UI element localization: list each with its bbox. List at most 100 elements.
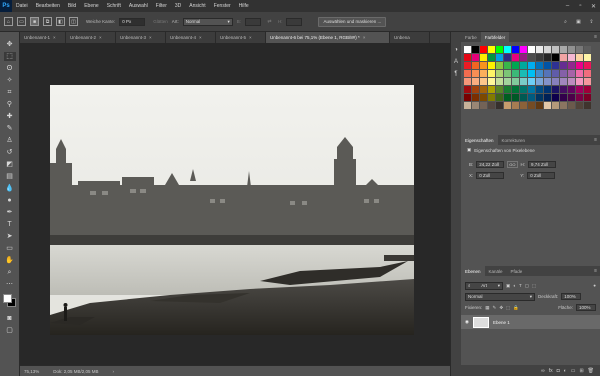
color-swatch[interactable] (464, 46, 471, 53)
color-swatch[interactable] (568, 62, 575, 69)
path-selection-tool-icon[interactable]: ➤ (4, 232, 16, 241)
visibility-eye-icon[interactable]: ◉ (465, 319, 469, 325)
tab-unbenannt-1[interactable]: Unbenannt-1 × (20, 32, 66, 43)
color-swatch[interactable] (496, 46, 503, 53)
color-swatch[interactable] (504, 70, 511, 77)
color-swatch[interactable] (520, 102, 527, 109)
link-layers-icon[interactable]: ∞ (541, 368, 545, 374)
clone-stamp-tool-icon[interactable]: ♙ (4, 136, 16, 145)
menu-schrift[interactable]: Schrift (103, 3, 125, 9)
color-swatch[interactable] (552, 62, 559, 69)
smooth-checkbox-label[interactable]: Glätten (153, 19, 168, 24)
marquee-tool-icon[interactable]: ⬚ (3, 52, 16, 61)
lock-artboard-icon[interactable]: ⬚ (506, 305, 510, 311)
color-swatch[interactable] (544, 70, 551, 77)
lock-all-icon[interactable]: 🔒 (513, 305, 519, 311)
color-swatch[interactable] (584, 78, 591, 85)
minimize-icon[interactable]: – (561, 0, 574, 12)
color-swatch[interactable] (488, 62, 495, 69)
layer-row-ebene-1[interactable]: ◉ Ebene 1 (461, 315, 600, 329)
tab-unbenannt-6[interactable]: Unbenannt-6 bei 75,1% (Ebene 1, RGB/8#) … (266, 32, 390, 43)
color-swatch[interactable] (552, 46, 559, 53)
color-swatch[interactable] (576, 86, 583, 93)
menu-bearbeiten[interactable]: Bearbeiten (32, 3, 64, 9)
color-swatch[interactable] (584, 70, 591, 77)
color-swatch[interactable] (552, 54, 559, 61)
foreground-color-swatch[interactable] (2, 294, 12, 303)
rectangle-tool-icon[interactable]: ▭ (4, 244, 16, 253)
color-swatch[interactable] (504, 62, 511, 69)
color-swatch[interactable] (568, 86, 575, 93)
close-tab-icon[interactable]: × (363, 35, 366, 40)
filter-pixel-icon[interactable]: ▣ (506, 283, 510, 289)
color-swatch[interactable] (488, 86, 495, 93)
color-swatch[interactable] (488, 102, 495, 109)
color-swatch[interactable] (584, 54, 591, 61)
lock-pixels-icon[interactable]: ▦ (485, 305, 489, 311)
intersect-selection-icon[interactable]: ◫ (69, 17, 78, 26)
color-swatch[interactable] (512, 70, 519, 77)
color-swatch[interactable] (536, 78, 543, 85)
color-swatch[interactable] (488, 78, 495, 85)
chevron-right-icon[interactable]: › (113, 369, 115, 374)
color-swatch[interactable] (464, 86, 471, 93)
color-swatch[interactable] (488, 94, 495, 101)
pen-tool-icon[interactable]: ✒ (4, 208, 16, 217)
color-swatch[interactable] (464, 62, 471, 69)
color-swatch[interactable] (576, 62, 583, 69)
color-swatch[interactable] (584, 62, 591, 69)
move-tool-icon[interactable]: ✥ (4, 40, 16, 49)
color-swatch[interactable] (520, 94, 527, 101)
color-swatch[interactable] (544, 102, 551, 109)
color-swatch[interactable] (464, 78, 471, 85)
color-swatch[interactable] (560, 78, 567, 85)
filter-smart-icon[interactable]: ⬚ (532, 283, 536, 289)
menu-ebene[interactable]: Ebene (80, 3, 102, 9)
color-swatch[interactable] (560, 102, 567, 109)
color-swatch[interactable] (480, 102, 487, 109)
screen-mode-icon[interactable]: ▢ (4, 326, 16, 335)
quick-mask-icon[interactable]: ◙ (4, 314, 16, 323)
color-swatch[interactable] (464, 94, 471, 101)
color-swatch[interactable] (536, 46, 543, 53)
color-swatch[interactable] (568, 54, 575, 61)
color-swatch[interactable] (480, 86, 487, 93)
close-tab-icon[interactable]: × (199, 35, 202, 40)
color-swatch[interactable] (464, 70, 471, 77)
close-tab-icon[interactable]: × (249, 35, 252, 40)
document-image[interactable] (50, 85, 414, 335)
color-swatch[interactable] (496, 102, 503, 109)
tab-pfade[interactable]: Pfade (507, 266, 527, 276)
color-swatch[interactable] (512, 46, 519, 53)
new-layer-icon[interactable]: ⊞ (579, 368, 583, 374)
style-select[interactable]: Normal ▾ (182, 17, 233, 26)
color-swatch[interactable] (552, 86, 559, 93)
add-selection-icon[interactable]: ⧉ (43, 17, 52, 26)
menu-hilfe[interactable]: Hilfe (235, 3, 253, 9)
tab-unbenannt-2[interactable]: Unbenannt-2 × (66, 32, 116, 43)
tab-unbenannt-5[interactable]: Unbenannt-5 × (216, 32, 266, 43)
close-tab-icon[interactable]: × (99, 35, 102, 40)
color-swatch[interactable] (560, 46, 567, 53)
search-icon[interactable]: ⌕ (561, 17, 570, 26)
eyedropper-tool-icon[interactable]: ⚲ (4, 100, 16, 109)
color-swatch[interactable] (504, 102, 511, 109)
color-swatch[interactable] (576, 46, 583, 53)
color-swatch[interactable] (568, 94, 575, 101)
layer-name[interactable]: Ebene 1 (493, 320, 510, 325)
color-swatch[interactable] (512, 86, 519, 93)
color-swatch[interactable] (512, 78, 519, 85)
link-dimensions-icon[interactable]: GO (507, 161, 518, 168)
color-swatch[interactable] (504, 78, 511, 85)
color-swatch[interactable] (480, 62, 487, 69)
filter-adjust-icon[interactable]: ◐ (513, 283, 516, 288)
color-swatch[interactable] (528, 70, 535, 77)
document-size[interactable]: Dok: 2,05 MB/2,05 MB (53, 369, 98, 374)
opacity-field[interactable]: 100% (561, 293, 582, 300)
x-field[interactable]: 0 Zoll (476, 172, 505, 179)
zoom-tool-icon[interactable]: ⌕ (4, 268, 16, 277)
color-swatch[interactable] (576, 54, 583, 61)
color-swatch[interactable] (480, 78, 487, 85)
feather-input[interactable]: 0 Px (119, 17, 146, 26)
color-swatch[interactable] (544, 86, 551, 93)
